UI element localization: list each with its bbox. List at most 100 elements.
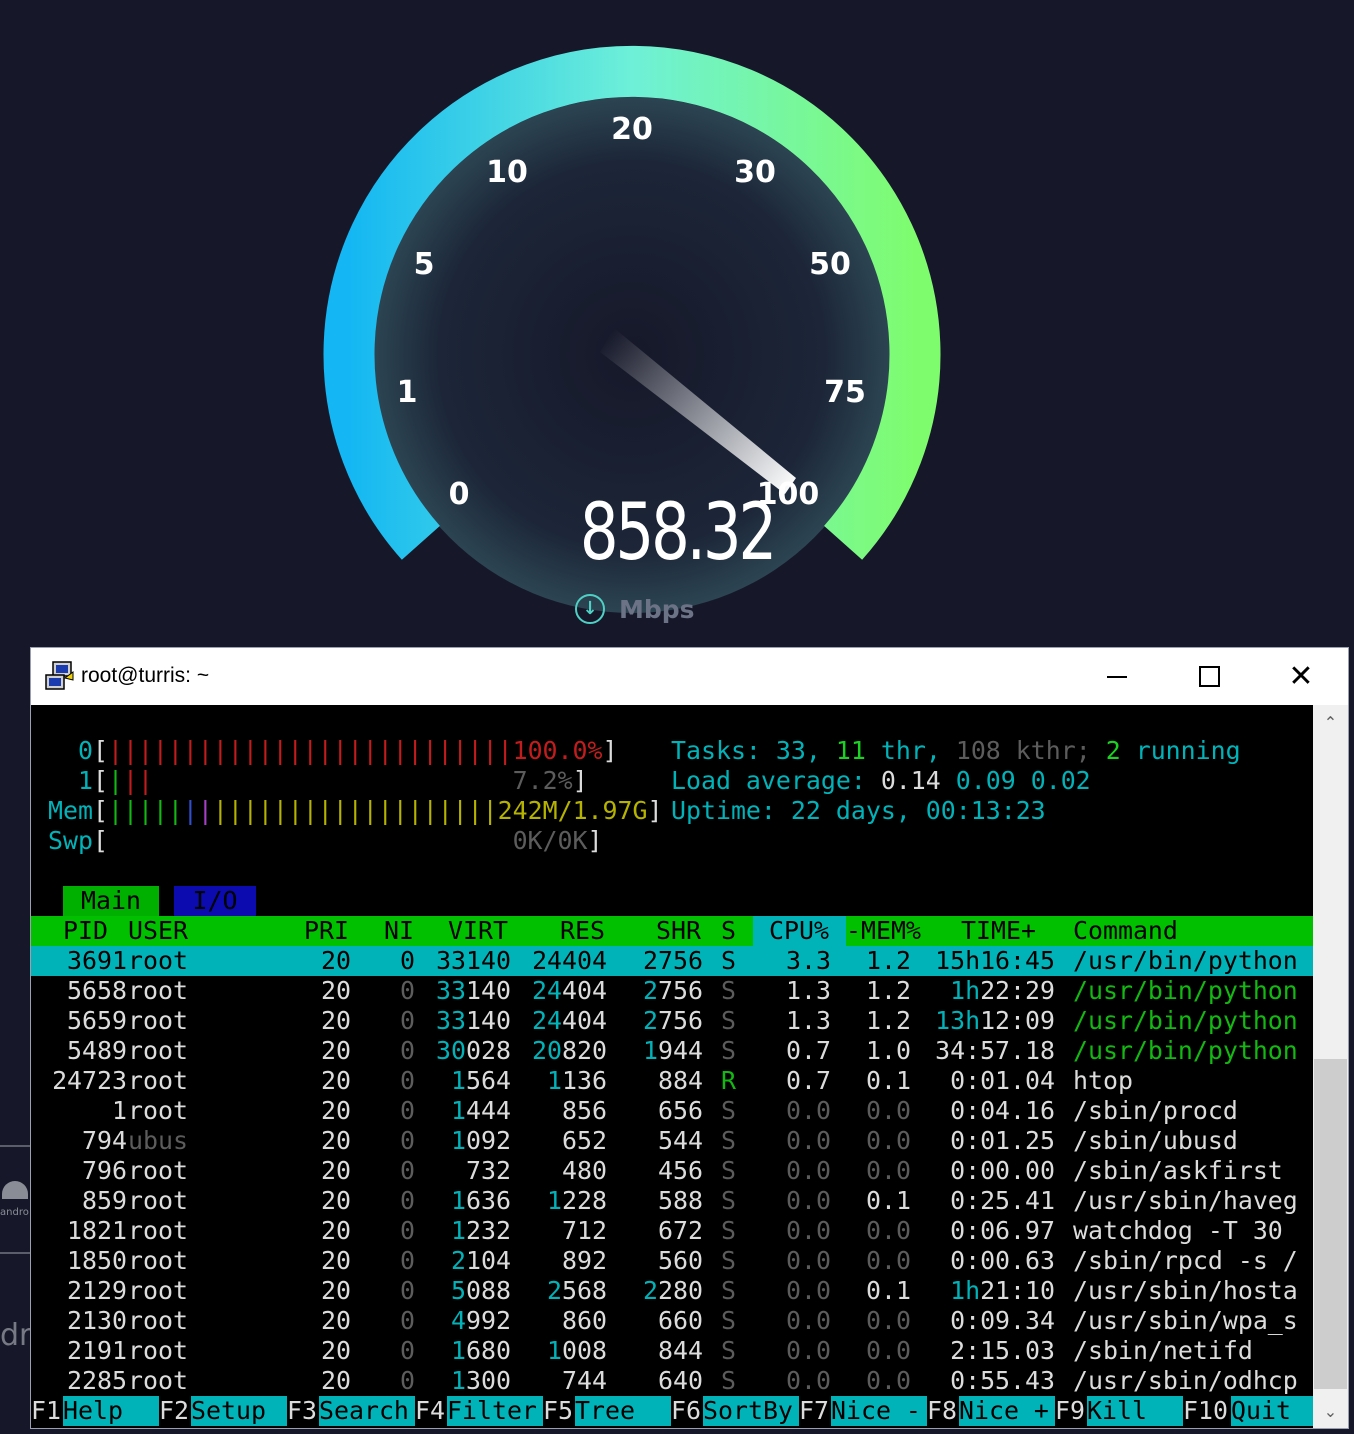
col-command[interactable]: Command (1073, 916, 1178, 946)
scrollbar-thumb[interactable] (1314, 1059, 1347, 1389)
cell-pri: 20 (321, 1066, 351, 1095)
sortby-button[interactable]: SortBy (703, 1396, 799, 1426)
cell-res: 1008 (547, 1336, 607, 1365)
cell-s: S (721, 946, 736, 975)
gauge-label-1: 1 (397, 375, 418, 410)
maximize-button[interactable] (1163, 648, 1255, 705)
cell-ni: 0 (400, 1186, 415, 1215)
cell-res: 24404 (532, 976, 607, 1005)
cell-res: 860 (562, 1306, 607, 1335)
scroll-down-icon[interactable]: ⌄ (1313, 1394, 1348, 1428)
scroll-up-icon[interactable]: ⌃ (1313, 705, 1348, 739)
background-partial-text: dr (0, 1318, 32, 1353)
process-row[interactable]: 2191 root 20 0 1680 1008 844 S 0.0 0.0 2:15.03/sbi… (31, 1336, 1313, 1366)
cell-pid: 2191 (67, 1336, 127, 1365)
process-row[interactable]: 794 ubus 20 0 1092 652 544 S 0.0 0.0 0:01.25/sbin/… (31, 1126, 1313, 1156)
maximize-icon (1198, 666, 1220, 687)
cell-res: 24404 (532, 1006, 607, 1035)
nice-minus-button[interactable]: Nice - (831, 1396, 927, 1426)
cell-mem: 0.0 (866, 1156, 911, 1185)
f3-key: F3 (287, 1396, 317, 1425)
cell-mem: 0.0 (866, 1216, 911, 1245)
nice-plus-button[interactable]: Nice + (959, 1396, 1055, 1426)
htop-terminal[interactable]: 0[|||||||||||||||||||||||||||100.0%] 1[|… (31, 705, 1313, 1428)
filter-button[interactable]: Filter (447, 1396, 543, 1426)
cell-res: 1136 (547, 1066, 607, 1095)
col-pri[interactable]: PRI (304, 916, 349, 946)
col-state[interactable]: S (721, 916, 736, 946)
cell-mem: 0.0 (866, 1096, 911, 1125)
col-res[interactable]: RES (560, 916, 605, 946)
cell-cmd: /sbin/procd (1073, 1096, 1238, 1125)
col-cpu[interactable]: CPU% (769, 916, 829, 946)
download-arrow-icon: ↓ (575, 594, 605, 624)
cell-time: 15h16:45 (935, 946, 1055, 975)
process-row[interactable]: 3691 root 20 0 33140 24404 2756 S 3.3 1.2 15h16:45… (31, 946, 1313, 976)
cell-shr: 2756 (643, 976, 703, 1005)
window-title: root@turris: ~ (81, 664, 210, 687)
process-row[interactable]: 5658 root 20 0 33140 24404 2756 S 1.3 1.2 1h22:29 /… (31, 976, 1313, 1006)
search-button[interactable]: Search (319, 1396, 415, 1426)
process-row[interactable]: 1821 root 20 0 1232 712 672 S 0.0 0.0 0:06.97 watch… (31, 1216, 1313, 1246)
cell-res: 856 (562, 1096, 607, 1125)
tasks-stat: Tasks: 33, 11 thr, 108 kthr; 2 running (671, 736, 1241, 765)
process-row[interactable]: 1 root 20 0 1444 856 656 S 0.0 0.0 0:04.16/sbin/pr… (31, 1096, 1313, 1126)
cell-user: root (128, 1366, 188, 1395)
minimize-button[interactable] (1071, 648, 1163, 705)
cell-s: S (721, 1156, 736, 1185)
process-row[interactable]: 5659 root 20 0 33140 24404 2756 S 1.3 1.2 13h12:09… (31, 1006, 1313, 1036)
cell-user: root (128, 1066, 188, 1095)
cell-s: S (721, 1186, 736, 1215)
col-pid[interactable]: PID (63, 916, 108, 946)
process-row[interactable]: 1850 root 20 0 2104 892 560 S 0.0 0.0 0:00.63/sbin… (31, 1246, 1313, 1276)
load-stat: Load average: 0.14 0.09 0.02 (671, 766, 1091, 795)
cell-user: ubus (128, 1126, 188, 1155)
col-shr[interactable]: SHR (656, 916, 701, 946)
cell-cmd: /usr/sbin/haveg (1073, 1186, 1298, 1215)
gauge-label-50: 50 (809, 247, 851, 282)
quit-button[interactable]: Quit (1231, 1396, 1313, 1426)
close-icon: ✕ (1288, 658, 1314, 694)
cell-virt: 33140 (436, 946, 511, 975)
cell-cpu: 0.0 (786, 1246, 831, 1275)
kill-button[interactable]: Kill (1087, 1396, 1183, 1426)
process-row[interactable]: 24723 root 20 0 1564 1136 884 R 0.7 0.1 0:01.04 hto… (31, 1066, 1313, 1096)
title-bar[interactable]: root@turris: ~ ✕ (31, 648, 1348, 705)
cell-pri: 20 (321, 1216, 351, 1245)
cell-user: root (128, 1216, 188, 1245)
col-ni[interactable]: NI (384, 916, 414, 946)
col-virt[interactable]: VIRT (448, 916, 508, 946)
cell-time: 1h22:29 (950, 976, 1055, 1005)
cell-mem: 0.0 (866, 1126, 911, 1155)
cell-virt: 1636 (451, 1186, 511, 1215)
col-mem[interactable]: -MEM% (846, 916, 921, 946)
android-icon (2, 1181, 28, 1199)
cell-mem: 0.1 (866, 1276, 911, 1305)
cell-time: 2:15.03 (950, 1336, 1055, 1365)
tree-button[interactable]: Tree (575, 1396, 671, 1426)
tab-io[interactable]: I/O (174, 886, 256, 916)
process-row[interactable]: 2285 root 20 0 1300 744 640 S 0.0 0.0 0:55.43/usr/… (31, 1366, 1313, 1396)
scrollbar[interactable]: ⌃ ⌄ (1313, 705, 1348, 1428)
swp-meter: Swp[ 0K/0K] (48, 826, 603, 855)
process-row[interactable]: 2130 root 20 0 4992 860 660 S 0.0 0.0 0:09.34/usr/… (31, 1306, 1313, 1336)
help-button[interactable]: Help (63, 1396, 159, 1426)
process-row[interactable]: 2129 root 20 0 5088 2568 2280 S 0.0 0.1 1h21:10/us… (31, 1276, 1313, 1306)
cell-s: S (721, 1096, 736, 1125)
cell-s: S (721, 1036, 736, 1065)
process-row[interactable]: 5489 root 20 0 30028 20820 1944 S 0.7 1.0 34:57.18… (31, 1036, 1313, 1066)
cell-mem: 0.1 (866, 1066, 911, 1095)
cell-s: S (721, 1336, 736, 1365)
col-user[interactable]: USER (128, 916, 188, 946)
cell-time: 0:04.16 (950, 1096, 1055, 1125)
tab-main[interactable]: Main (63, 886, 159, 916)
setup-button[interactable]: Setup (191, 1396, 287, 1426)
col-time[interactable]: TIME+ (961, 916, 1036, 946)
close-button[interactable]: ✕ (1255, 648, 1347, 705)
cell-ni: 0 (400, 1216, 415, 1245)
cell-virt: 1564 (451, 1066, 511, 1095)
process-row[interactable]: 796 root 20 0 732 480 456 S 0.0 0.0 0:00.00/sbin/a… (31, 1156, 1313, 1186)
cell-pri: 20 (321, 1036, 351, 1065)
process-row[interactable]: 859 root 20 0 1636 1228 588 S 0.0 0.1 0:25.41/usr/… (31, 1186, 1313, 1216)
cell-ni: 0 (400, 1126, 415, 1155)
